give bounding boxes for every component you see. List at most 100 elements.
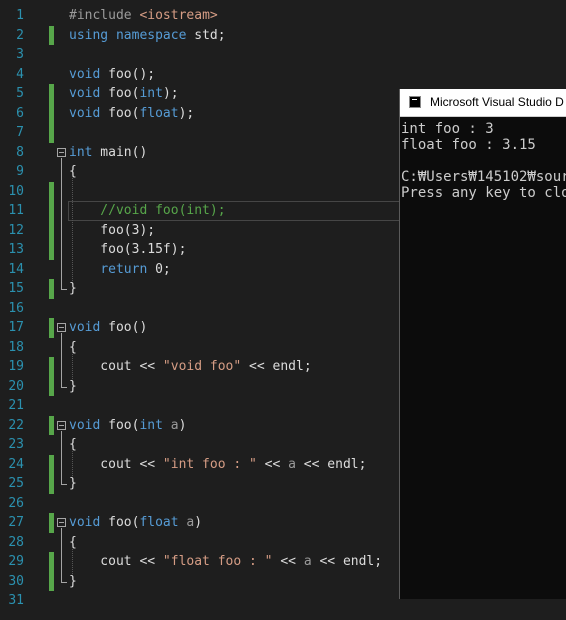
fold-outline	[61, 157, 62, 289]
code-token: {	[69, 534, 77, 550]
code-token: << endl;	[295, 456, 367, 472]
code-token: "void foo"	[162, 359, 242, 374]
line-number: 29	[8, 554, 24, 569]
code-text: }	[69, 377, 77, 397]
code-text: void foo(float);	[69, 104, 194, 124]
collapse-icon[interactable]	[57, 147, 66, 157]
line-number: 5	[16, 86, 24, 101]
code-token: "int foo : "	[162, 456, 257, 472]
collapse-icon[interactable]	[57, 323, 66, 332]
console-window[interactable]: Microsoft Visual Studio D int foo : 3 fl…	[399, 89, 566, 599]
code-text: return 0;	[69, 260, 170, 280]
line-number: 15	[8, 281, 24, 296]
change-indicator	[49, 25, 54, 45]
line-number: 13	[8, 242, 24, 257]
fold-end	[61, 289, 67, 290]
console-line: int foo : 3	[401, 121, 494, 137]
code-token: "float foo : "	[162, 554, 273, 569]
code-token: foo(	[100, 105, 140, 121]
code-line[interactable]: 4 void foo();	[0, 65, 566, 85]
code-text: int main()	[69, 143, 147, 163]
change-indicator	[49, 181, 54, 201]
code-token: }	[69, 378, 77, 394]
code-token: );	[178, 105, 195, 121]
collapse-icon[interactable]	[57, 518, 66, 527]
code-line[interactable]: 3	[0, 45, 566, 65]
code-token: foo(	[100, 86, 140, 101]
indent-guide	[72, 451, 73, 476]
code-token: }	[69, 281, 77, 296]
line-number: 11	[8, 203, 24, 218]
line-number: 7	[16, 125, 24, 140]
code-token: void	[69, 320, 101, 335]
collapse-icon[interactable]	[57, 420, 66, 430]
console-title: Microsoft Visual Studio D	[430, 95, 564, 109]
code-token: << endl;	[311, 554, 383, 569]
change-indicator	[49, 103, 54, 123]
change-indicator	[49, 376, 54, 396]
code-text: cout << "float foo : " << a << endl;	[69, 552, 382, 572]
code-token: <iostream>	[139, 8, 218, 23]
line-number: 22	[8, 417, 24, 433]
line-number: 2	[16, 27, 24, 43]
fold-end	[61, 484, 67, 485]
fold-outline	[61, 333, 62, 387]
change-indicator	[49, 279, 54, 299]
change-indicator	[49, 552, 54, 572]
line-number: 9	[16, 164, 24, 179]
change-indicator	[49, 357, 54, 377]
code-line[interactable]: 1 #include <iostream>	[0, 6, 566, 26]
code-token: //void foo(int);	[69, 203, 226, 218]
code-token: cout <<	[69, 554, 163, 569]
indent-guide	[72, 548, 73, 574]
code-token: void	[69, 417, 101, 433]
line-number: 19	[8, 359, 24, 374]
code-text: void foo(float a)	[69, 513, 202, 533]
code-token: {	[69, 164, 77, 179]
code-token: foo(	[100, 515, 140, 530]
code-text: //void foo(int);	[69, 201, 226, 221]
code-token: return	[100, 261, 148, 277]
code-token: void	[69, 86, 101, 101]
line-number: 25	[8, 476, 24, 491]
line-number: 23	[8, 437, 24, 452]
line-number: 8	[16, 144, 24, 160]
console-line: float foo : 3.15	[401, 137, 536, 153]
console-titlebar[interactable]: Microsoft Visual Studio D	[400, 89, 566, 117]
code-token: }	[69, 476, 77, 491]
change-indicator	[49, 513, 54, 533]
code-token: void	[69, 66, 101, 82]
code-token: cout <<	[69, 456, 163, 472]
code-token: foo(3.15f);	[69, 242, 187, 257]
line-number: 1	[16, 8, 24, 23]
change-indicator	[49, 123, 54, 143]
line-number: 14	[8, 261, 24, 277]
code-token: foo(	[100, 417, 140, 433]
change-indicator	[49, 474, 54, 494]
code-token: a	[303, 554, 312, 569]
change-indicator	[49, 201, 54, 221]
console-line: Press any key to clos	[401, 185, 566, 201]
line-number: 20	[8, 378, 24, 394]
code-text: foo(3);	[69, 221, 155, 241]
change-indicator	[49, 240, 54, 260]
console-line: C:₩Users₩145102₩sourc	[401, 169, 566, 185]
indent-guide	[72, 353, 73, 379]
console-output: int foo : 3 float foo : 3.15 C:₩Users₩14…	[400, 117, 566, 201]
code-line[interactable]: 2 using namespace std;	[0, 25, 566, 46]
line-number: 30	[8, 573, 24, 589]
code-token: namespace	[115, 27, 187, 43]
line-number: 6	[16, 105, 24, 121]
code-token: cout <<	[69, 359, 163, 374]
line-number: 12	[8, 222, 24, 238]
code-token: << endl;	[241, 359, 312, 374]
code-text: using namespace std;	[69, 26, 226, 46]
code-token: }	[69, 573, 77, 589]
code-token: void	[69, 105, 101, 121]
change-indicator	[49, 84, 54, 104]
fold-end	[61, 581, 67, 583]
